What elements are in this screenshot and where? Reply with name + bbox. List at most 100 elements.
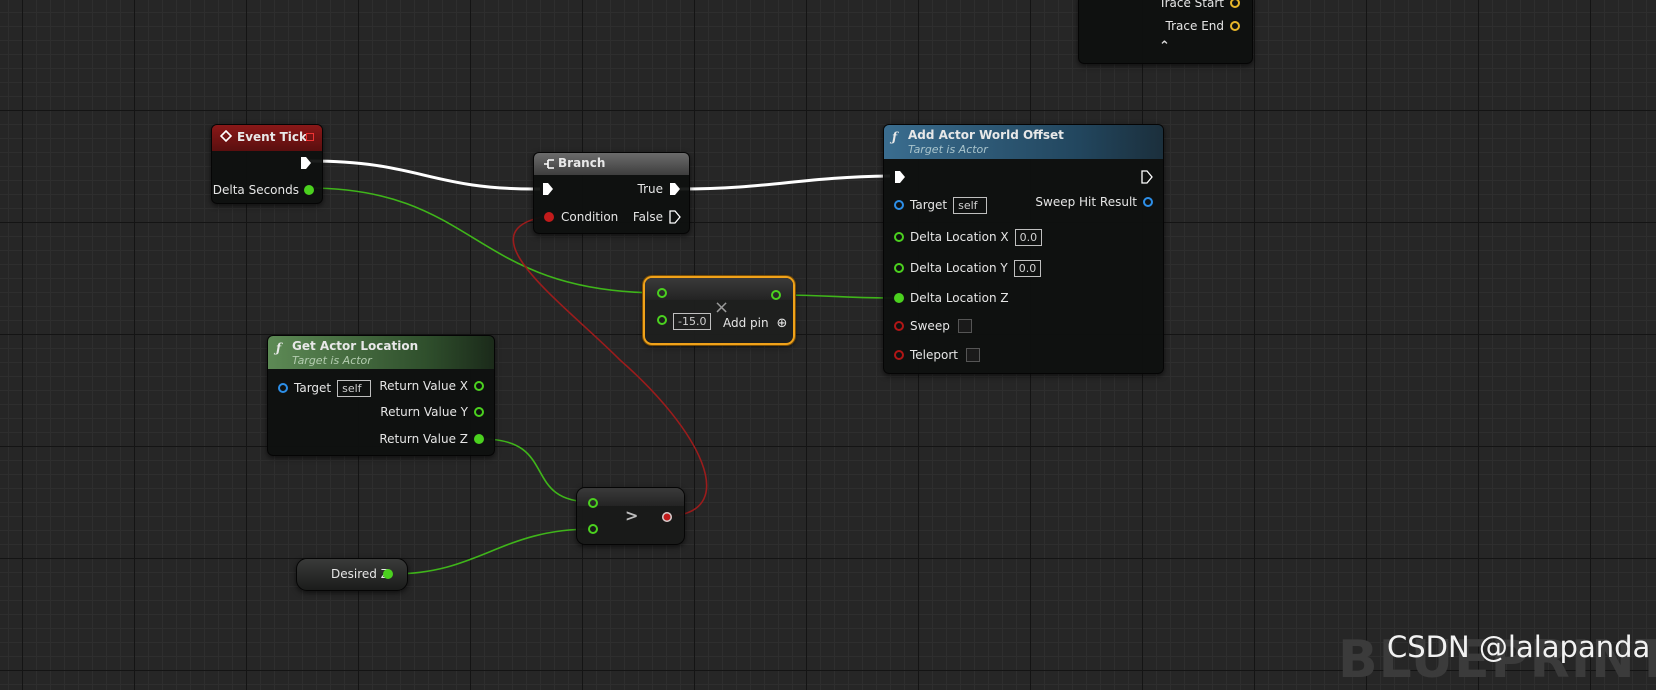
float-wire-desired-to-greater[interactable]: [391, 528, 593, 575]
add-pin-row[interactable]: Add pin ⊕: [723, 316, 787, 331]
delta-x-label: Delta Location X: [910, 230, 1009, 244]
sweep-hit-result-label: Sweep Hit Result: [1035, 195, 1137, 209]
sweep-hit-result-pin[interactable]: [1143, 197, 1153, 207]
branch-false-row: False: [633, 208, 681, 226]
return-z-pin[interactable]: [474, 434, 484, 444]
trace-start-label: Trace Start: [1159, 0, 1224, 10]
event-tick-node[interactable]: Event Tick Delta Seconds: [211, 124, 323, 204]
trace-end-pin[interactable]: [1230, 21, 1240, 31]
teleport-label: Teleport: [910, 348, 958, 362]
condition-pin[interactable]: [544, 212, 554, 222]
return-x-row: Return Value X: [379, 377, 484, 395]
delta-z-pin[interactable]: [894, 293, 904, 303]
offset-target-pin[interactable]: [894, 200, 904, 210]
get-actor-location-header: ƒ Get Actor Location Target is Actor: [268, 336, 494, 369]
csdn-watermark: CSDN @lalapanda: [1387, 630, 1651, 664]
multiply-in-b-pin[interactable]: [657, 315, 667, 325]
event-tick-header: Event Tick: [212, 125, 322, 151]
offset-target-label: Target: [910, 198, 948, 212]
gal-target-pin[interactable]: [278, 383, 288, 393]
gal-target-row: Target self: [278, 379, 372, 397]
branch-true-pin[interactable]: [669, 182, 681, 196]
return-y-row: Return Value Y: [380, 403, 484, 421]
event-tick-exec-out-pin[interactable]: [300, 156, 312, 173]
delta-x-field[interactable]: 0.0: [1014, 228, 1043, 246]
gal-target-field[interactable]: self: [337, 379, 372, 397]
desired-z-label: Desired Z: [331, 567, 389, 581]
branch-true-row: True: [638, 180, 682, 198]
sweep-checkbox[interactable]: [957, 319, 972, 333]
sweep-label: Sweep: [910, 319, 950, 333]
exec-wire-tick-to-branch[interactable]: [309, 159, 541, 191]
branch-false-label: False: [632, 210, 663, 224]
delta-y-field[interactable]: 0.0: [1013, 259, 1042, 277]
delta-x-pin[interactable]: [894, 232, 904, 242]
multiply-b-field[interactable]: -15.0: [673, 313, 712, 330]
desired-z-pin[interactable]: [383, 569, 393, 579]
delta-seconds-row: Delta Seconds: [213, 181, 314, 199]
return-y-pin[interactable]: [474, 407, 484, 417]
desired-z-variable-node[interactable]: Desired Z: [296, 558, 408, 591]
greater-in-a-pin[interactable]: [588, 498, 598, 508]
get-actor-location-node[interactable]: ƒ Get Actor Location Target is Actor Tar…: [267, 335, 495, 456]
delegate-pin-icon[interactable]: [306, 133, 314, 141]
return-x-pin[interactable]: [474, 381, 484, 391]
trace-start-pin[interactable]: [1230, 0, 1240, 8]
offset-exec-out-pin[interactable]: [1141, 170, 1153, 187]
function-f-icon: ƒ: [276, 341, 282, 355]
multiply-in-a-pin[interactable]: [657, 288, 667, 298]
return-z-label: Return Value Z: [379, 432, 468, 446]
branch-exec-in-pin[interactable]: [542, 182, 554, 199]
branch-header: Branch: [534, 153, 689, 175]
teleport-checkbox[interactable]: [966, 348, 980, 362]
exec-wire-branch-to-offset[interactable]: [679, 174, 891, 191]
branch-title: Branch: [558, 156, 606, 170]
offset-target-field[interactable]: self: [953, 196, 988, 214]
line-trace-node[interactable]: Trace Start Trace End ⌃: [1078, 0, 1253, 64]
sweep-pin[interactable]: [894, 321, 904, 331]
add-actor-world-offset-node[interactable]: ƒ Add Actor World Offset Target is Actor…: [883, 124, 1164, 374]
greater-than-node[interactable]: >: [576, 487, 685, 545]
delta-y-pin[interactable]: [894, 263, 904, 273]
event-tick-title: Event Tick: [237, 130, 308, 144]
condition-label: Condition: [561, 210, 619, 224]
multiply-node[interactable]: × -15.0 Add pin ⊕: [643, 276, 795, 345]
function-f-icon: ƒ: [892, 130, 898, 144]
add-pin-label: Add pin: [723, 316, 769, 330]
get-actor-location-subtitle: Target is Actor: [292, 354, 372, 367]
trace-end-label: Trace End: [1165, 19, 1224, 33]
multiply-op-icon: ×: [714, 297, 730, 318]
return-y-label: Return Value Y: [380, 405, 468, 419]
event-diamond-icon: [219, 129, 233, 145]
get-actor-location-title: Get Actor Location: [292, 339, 419, 353]
delta-z-row: Delta Location Z: [894, 289, 1009, 307]
collapse-chevron-icon[interactable]: ⌃: [1159, 39, 1170, 54]
greater-op-icon: >: [625, 506, 639, 525]
bool-wire-greater-to-condition[interactable]: [512, 215, 708, 517]
trace-end-pin-row: Trace End: [1166, 17, 1240, 35]
add-pin-plus-icon[interactable]: ⊕: [776, 316, 787, 331]
delta-y-row: Delta Location Y 0.0: [894, 259, 1042, 277]
return-z-row: Return Value Z: [379, 430, 484, 448]
branch-icon: [542, 157, 556, 174]
greater-out-pin[interactable]: [662, 512, 672, 522]
offset-exec-in-pin[interactable]: [894, 170, 906, 187]
delta-seconds-pin[interactable]: [304, 185, 314, 195]
add-actor-world-offset-header: ƒ Add Actor World Offset Target is Actor: [884, 125, 1163, 159]
delta-z-label: Delta Location Z: [910, 291, 1009, 305]
float-wire-multiply-to-z[interactable]: [779, 294, 896, 299]
branch-condition-row: Condition: [544, 208, 618, 226]
teleport-pin[interactable]: [894, 350, 904, 360]
return-x-label: Return Value X: [379, 379, 468, 393]
delta-x-row: Delta Location X 0.0: [894, 228, 1043, 246]
branch-false-pin[interactable]: [669, 210, 681, 224]
delta-seconds-label: Delta Seconds: [212, 183, 299, 197]
teleport-row: Teleport: [894, 346, 980, 364]
branch-node[interactable]: Branch True Condition False: [533, 152, 690, 234]
gal-target-label: Target: [294, 381, 332, 395]
delta-y-label: Delta Location Y: [910, 261, 1008, 275]
add-actor-world-offset-title: Add Actor World Offset: [908, 128, 1064, 142]
greater-in-b-pin[interactable]: [588, 524, 598, 534]
multiply-out-pin[interactable]: [771, 290, 781, 300]
sweep-row: Sweep: [894, 317, 972, 335]
